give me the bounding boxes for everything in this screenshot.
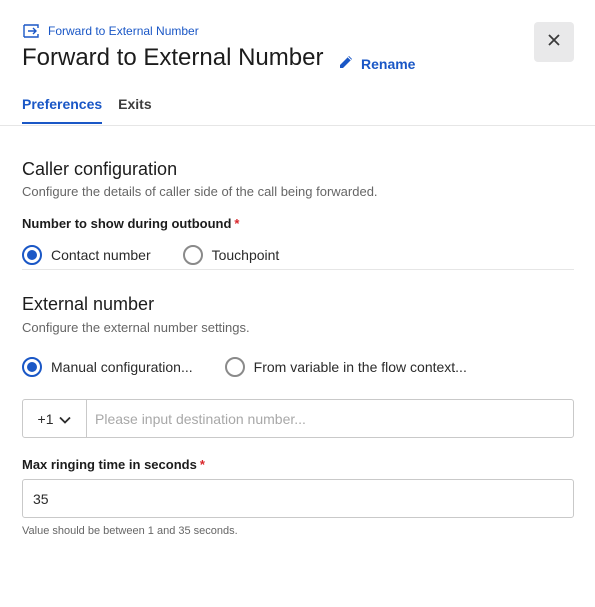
external-number-title: External number — [22, 294, 155, 314]
forward-settings-panel: Forward to External Number Forward to Ex… — [0, 0, 595, 607]
external-number-description: Configure the external number settings. — [22, 320, 250, 335]
outbound-number-radio-group: Contact number Touchpoint — [22, 245, 311, 265]
outbound-number-label-text: Number to show during outbound — [22, 216, 232, 231]
max-ringing-hint: Value should be between 1 and 35 seconds… — [22, 525, 238, 537]
radio-button-selected[interactable] — [22, 245, 42, 265]
radio-touchpoint[interactable]: Touchpoint — [182, 245, 280, 265]
max-ringing-input[interactable] — [22, 479, 574, 518]
country-code-value: +1 — [37, 410, 54, 427]
radio-manual-configuration[interactable]: Manual configuration... — [22, 357, 193, 377]
page-title: Forward to External Number — [22, 44, 324, 71]
breadcrumb: Forward to External Number — [22, 24, 199, 38]
caller-config-title: Caller configuration — [22, 159, 178, 179]
radio-contact-number[interactable]: Contact number — [22, 245, 151, 265]
radio-from-variable[interactable]: From variable in the flow context... — [224, 357, 467, 377]
close-icon — [547, 33, 561, 52]
close-button[interactable] — [534, 22, 574, 62]
forward-arrow-icon — [22, 24, 40, 38]
required-mark: * — [199, 457, 205, 472]
radio-button[interactable] — [224, 357, 245, 377]
chevron-down-icon — [59, 411, 72, 427]
required-mark: * — [234, 216, 240, 231]
max-ringing-label: Max ringing time in seconds * — [22, 457, 205, 472]
tabs-divider — [0, 125, 595, 126]
destination-number-field: +1 — [22, 399, 574, 438]
max-ringing-label-text: Max ringing time in seconds — [22, 457, 197, 472]
radio-button-selected[interactable] — [22, 357, 42, 377]
radio-manual-configuration-label: Manual configuration... — [51, 359, 193, 375]
radio-touchpoint-label: Touchpoint — [211, 247, 280, 263]
external-number-radio-group: Manual configuration... From variable in… — [22, 357, 499, 377]
tab-exits[interactable]: Exits — [118, 96, 151, 124]
radio-from-variable-label: From variable in the flow context... — [253, 359, 467, 375]
radio-button[interactable] — [182, 245, 203, 265]
breadcrumb-label: Forward to External Number — [48, 24, 199, 38]
outbound-number-label: Number to show during outbound * — [22, 216, 239, 231]
section-divider — [22, 269, 574, 270]
rename-label: Rename — [361, 55, 416, 72]
caller-config-description: Configure the details of caller side of … — [22, 184, 378, 199]
rename-button[interactable]: Rename — [338, 54, 415, 73]
country-code-select[interactable]: +1 — [23, 400, 87, 437]
radio-contact-number-label: Contact number — [51, 247, 151, 263]
destination-number-input[interactable] — [87, 400, 573, 437]
tab-preferences[interactable]: Preferences — [22, 96, 103, 124]
pencil-icon — [338, 54, 354, 73]
tab-bar: Preferences Exits — [22, 96, 152, 124]
